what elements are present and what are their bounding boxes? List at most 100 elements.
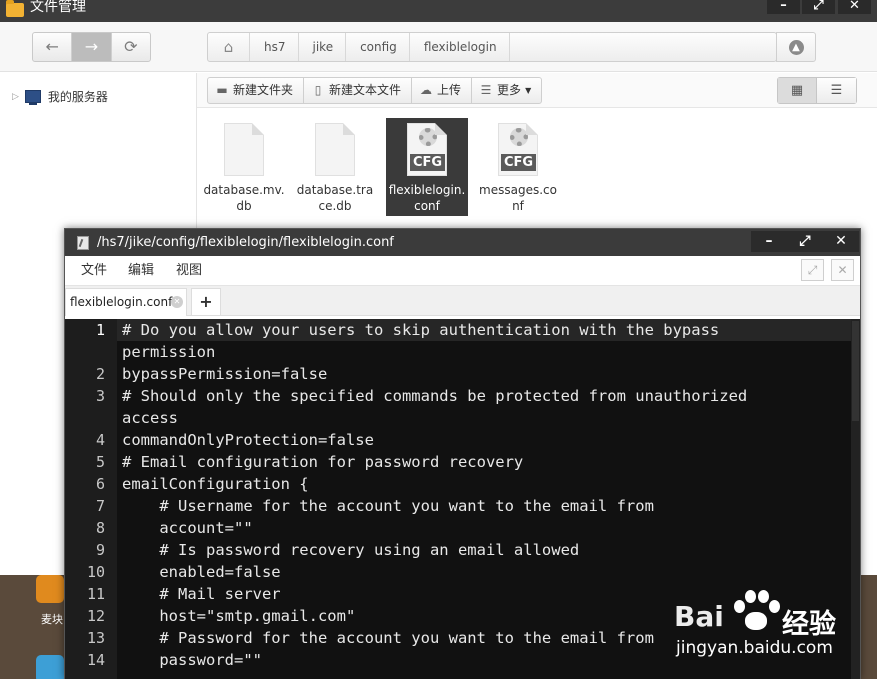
editor-maximize-button[interactable]: ⤢ (787, 231, 823, 252)
tab-flexiblelogin-conf[interactable]: flexiblelogin.conf ✕ (65, 288, 187, 316)
line-number: 3 (95, 387, 105, 405)
breadcrumb-item[interactable]: hs7 (250, 33, 299, 61)
grid-icon: ▦ (790, 83, 804, 98)
line-number: 12 (86, 607, 105, 625)
close-button[interactable]: ✕ (838, 0, 871, 14)
code-line[interactable]: permission (122, 341, 215, 363)
breadcrumb-item[interactable]: config (346, 33, 410, 61)
breadcrumb-item[interactable]: jike (299, 33, 347, 61)
baidu-jingyan-watermark: Bai 经验 jingyan.baidu.com (670, 582, 875, 677)
editor-tabbar: flexiblelogin.conf ✕ + (65, 286, 860, 316)
minimize-button[interactable]: – (767, 0, 800, 14)
breadcrumb-home[interactable]: ⌂ (208, 33, 250, 61)
navigation-bar: ← → ⟳ ⌂ hs7 jike config flexiblelogin ▲ (0, 22, 877, 72)
app-icon[interactable] (36, 655, 64, 679)
folder-icon (6, 0, 24, 17)
list-icon: ☰ (830, 83, 843, 98)
parent-folder-button[interactable]: ▲ (776, 32, 816, 62)
upload-label: 上传 (437, 83, 462, 97)
fullscreen-icon[interactable]: ⤢ (801, 259, 824, 281)
line-number: 13 (86, 629, 105, 647)
cfg-badge: CFG (410, 154, 445, 171)
file-manager-titlebar: 文件管理 – ⤢ ✕ (0, 0, 877, 22)
list-icon: ☰ (480, 83, 492, 97)
code-line[interactable]: # Is password recovery using an email al… (122, 539, 579, 561)
code-line[interactable]: # Do you allow your users to skip authen… (122, 319, 719, 341)
gear-icon (419, 128, 437, 146)
code-line[interactable]: password="" (122, 649, 262, 671)
caret-down-icon: ▼ (525, 86, 532, 95)
new-text-file-label: 新建文本文件 (329, 83, 402, 97)
code-line[interactable]: commandOnlyProtection=false (122, 429, 374, 451)
refresh-button[interactable]: ⟳ (112, 33, 150, 61)
new-text-file-button[interactable]: ▯ 新建文本文件 (304, 78, 413, 103)
menu-view[interactable]: 视图 (176, 256, 202, 286)
code-line[interactable]: account="" (122, 517, 252, 539)
line-number: 7 (95, 497, 105, 515)
new-folder-button[interactable]: ▬ 新建文件夹 (208, 78, 305, 103)
more-dropdown[interactable]: ☰ 更多 ▼ (472, 78, 541, 103)
file-item[interactable]: database.trace.db (294, 118, 376, 216)
grid-view-button[interactable]: ▦ (778, 78, 817, 103)
file-icon: ▯ (314, 83, 322, 97)
file-name: messages.conf (479, 183, 557, 213)
upload-button[interactable]: ☁ 上传 (412, 78, 473, 103)
line-number: 8 (95, 519, 105, 537)
code-line[interactable]: enabled=false (122, 561, 280, 583)
breadcrumb: ⌂ hs7 jike config flexiblelogin (207, 32, 777, 62)
more-label: 更多 (497, 83, 522, 97)
file-edit-icon (77, 236, 89, 250)
line-number: 5 (95, 453, 105, 471)
close-tab-icon[interactable]: ✕ (171, 296, 183, 308)
code-line[interactable]: access (122, 407, 178, 429)
breadcrumb-item[interactable]: flexiblelogin (410, 33, 510, 61)
back-button[interactable]: ← (33, 33, 73, 61)
cloud-upload-icon: ☁ (420, 83, 433, 97)
forward-button[interactable]: → (72, 33, 112, 61)
sidebar-item-server[interactable]: ▷ 我的服务器 (12, 88, 108, 105)
file-toolbar: ▬ 新建文件夹 ▯ 新建文本文件 ☁ 上传 ☰ 更多 ▼ ▦ ☰ (197, 73, 877, 108)
code-line[interactable]: host="smtp.gmail.com" (122, 605, 355, 627)
add-tab-button[interactable]: + (191, 288, 221, 315)
code-line[interactable]: # Should only the specified commands be … (122, 385, 747, 407)
file-item-selected[interactable]: CFG flexiblelogin.conf (386, 118, 468, 216)
code-line[interactable]: # Email configuration for password recov… (122, 451, 523, 473)
editor-minimize-button[interactable]: – (751, 231, 787, 252)
cfg-badge: CFG (501, 154, 536, 171)
close-panel-icon[interactable]: ✕ (831, 259, 854, 281)
file-grid: database.mv.db database.trace.db CFG fle… (197, 108, 877, 228)
document-icon (224, 123, 264, 176)
file-action-buttons: ▬ 新建文件夹 ▯ 新建文本文件 ☁ 上传 ☰ 更多 ▼ (207, 77, 543, 104)
file-item[interactable]: database.mv.db (203, 118, 285, 216)
file-item[interactable]: CFG messages.conf (477, 118, 559, 216)
desktop-icon-label: 麦块 (41, 613, 63, 626)
watermark-brand-suffix: 经验 (782, 609, 836, 640)
line-number: 9 (95, 541, 105, 559)
code-line[interactable]: # Password for the account you want to t… (122, 627, 654, 649)
expand-triangle-icon[interactable]: ▷ (12, 92, 19, 102)
folder-icon: ▬ (216, 83, 228, 97)
menu-file[interactable]: 文件 (81, 256, 107, 286)
document-icon (315, 123, 355, 176)
line-number: 4 (95, 431, 105, 449)
sidebar-item-label: 我的服务器 (47, 90, 108, 104)
config-file-icon: CFG (407, 123, 447, 176)
editor-file-path: /hs7/jike/config/flexiblelogin/flexiblel… (97, 235, 394, 250)
editor-close-button[interactable]: ✕ (823, 231, 859, 252)
code-line[interactable]: emailConfiguration { (122, 473, 309, 495)
arrow-up-icon: ▲ (788, 40, 804, 55)
computer-icon (24, 90, 41, 105)
paw-logo-icon (732, 588, 780, 634)
scrollbar-thumb[interactable] (852, 321, 859, 421)
menu-edit[interactable]: 编辑 (128, 256, 154, 286)
editor-titlebar: /hs7/jike/config/flexiblelogin/flexiblel… (65, 229, 860, 256)
list-view-button[interactable]: ☰ (817, 78, 856, 103)
code-line[interactable]: # Username for the account you want to t… (122, 495, 654, 517)
code-line[interactable]: bypassPermission=false (122, 363, 327, 385)
code-line[interactable]: # Mail server (122, 583, 280, 605)
app-icon[interactable] (36, 575, 64, 603)
maximize-button[interactable]: ⤢ (802, 0, 835, 14)
home-icon: ⌂ (223, 38, 234, 56)
file-name: database.mv.db (203, 183, 285, 213)
config-file-icon: CFG (498, 123, 538, 176)
